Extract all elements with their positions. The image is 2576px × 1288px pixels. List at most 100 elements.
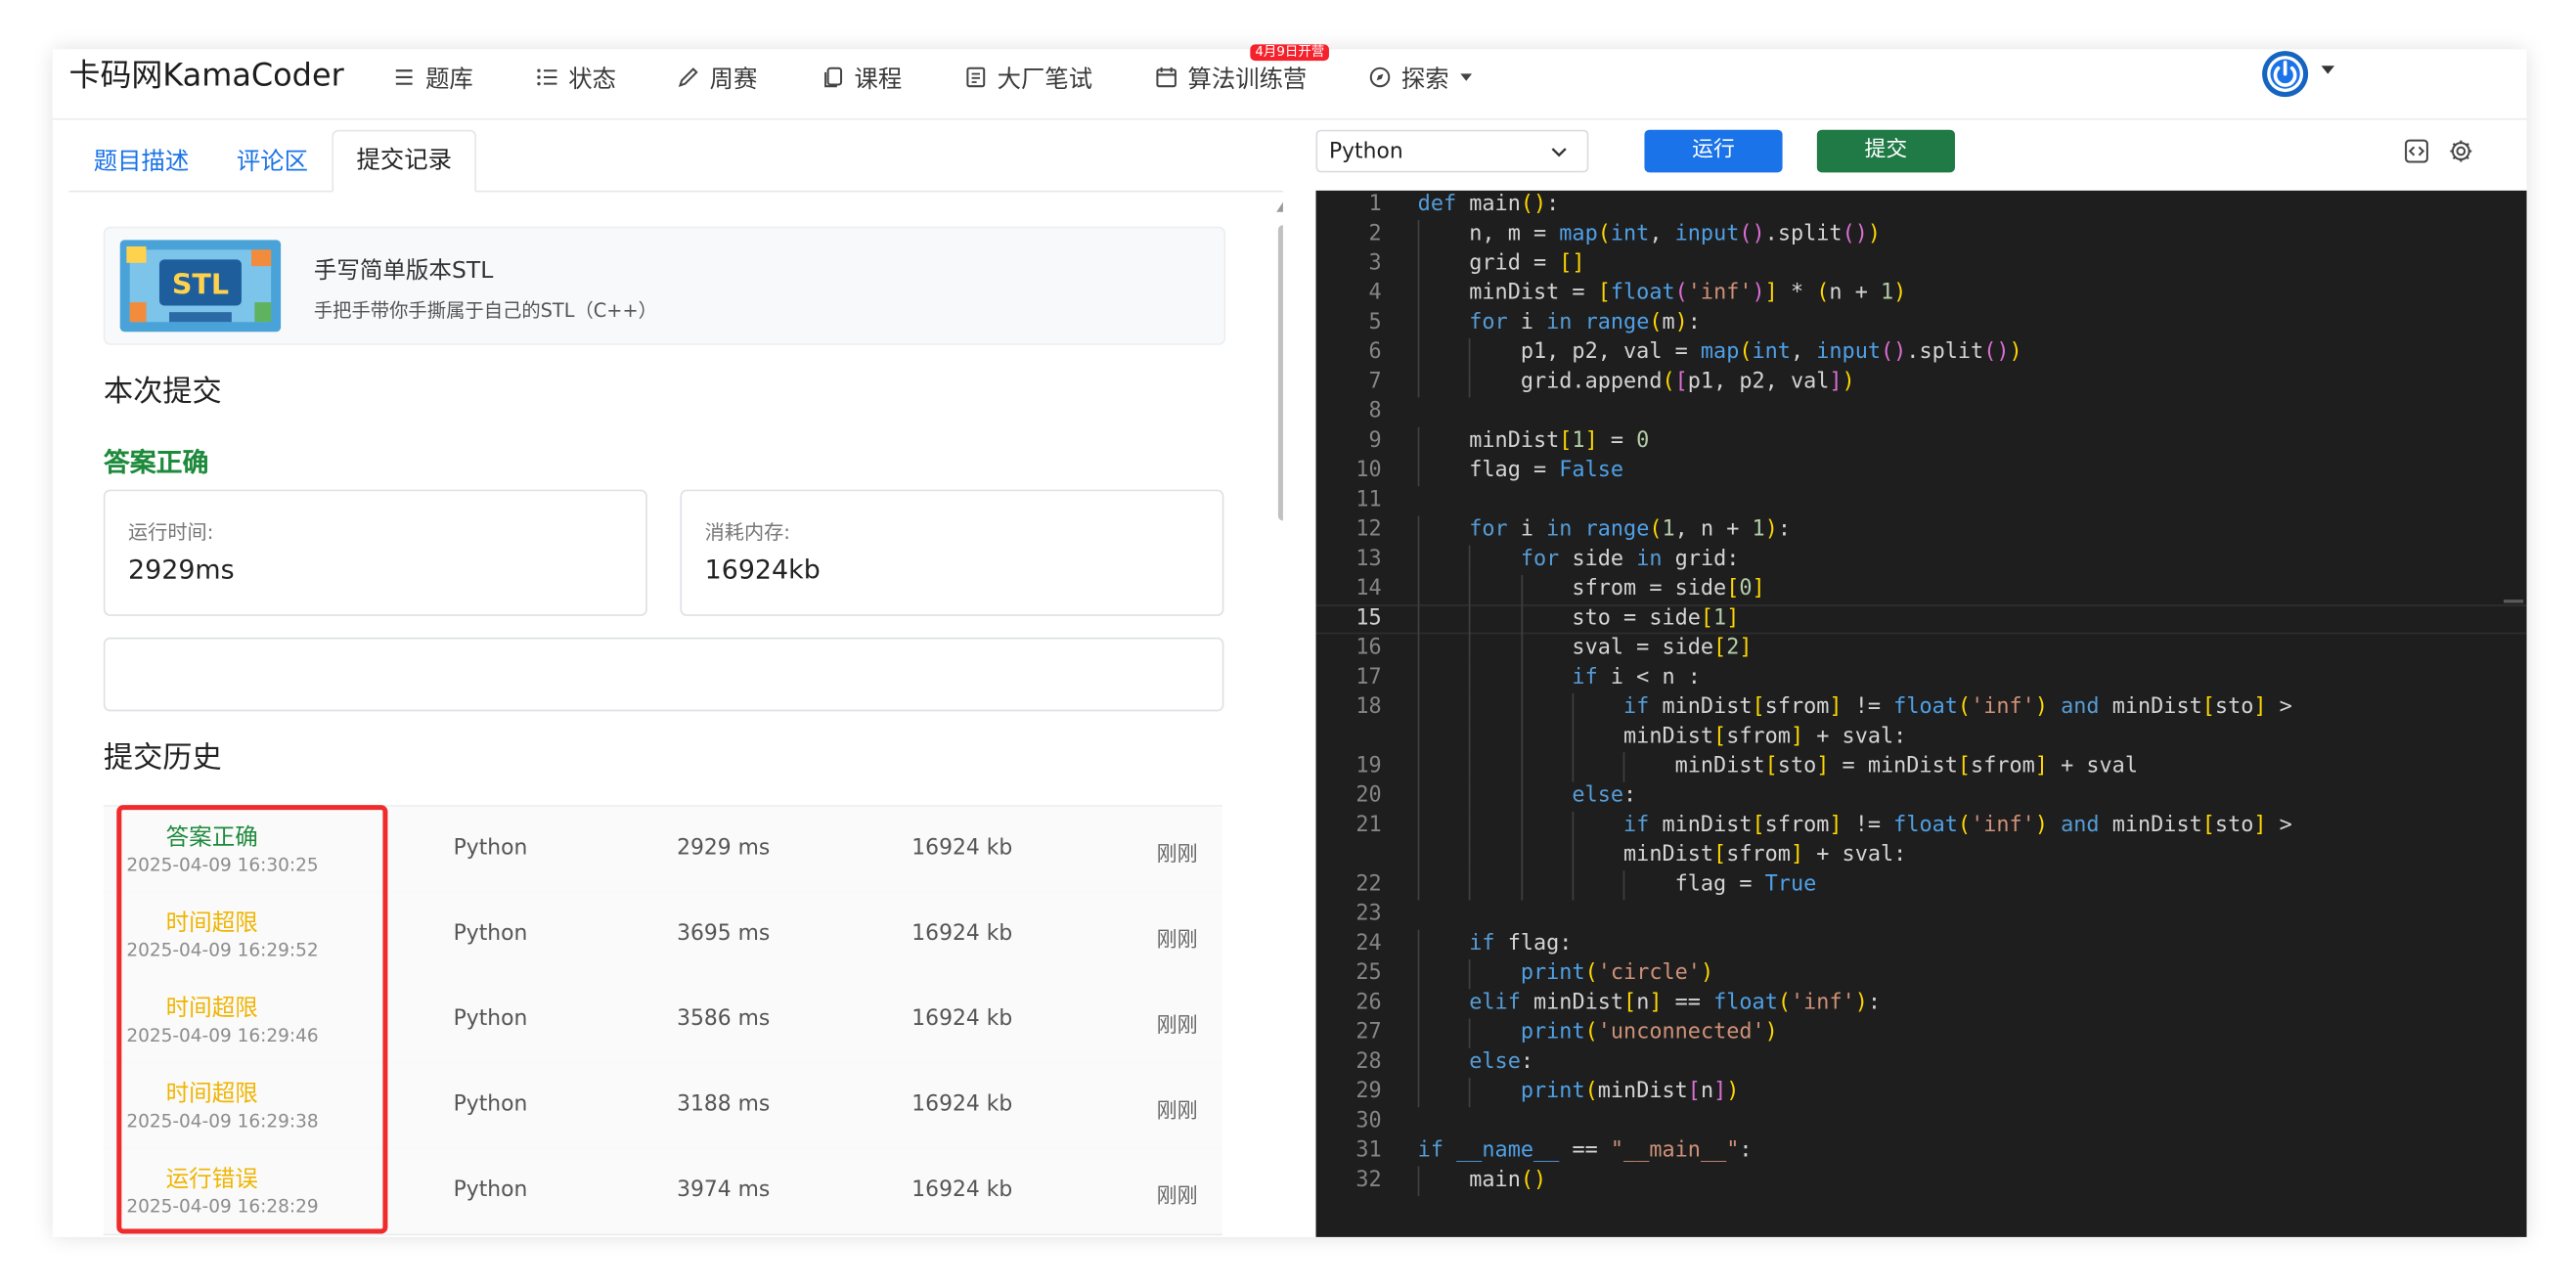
code-line[interactable]: 26 elif minDist[n] == float('inf'):	[1316, 989, 2527, 1019]
left-pane-scrollbar[interactable]	[1275, 201, 1283, 1237]
code-line[interactable]: 8	[1316, 398, 2527, 427]
code-line[interactable]: 19 minDist[sto] = minDist[sfrom] + sval	[1316, 752, 2527, 782]
code-line[interactable]: 28 else:	[1316, 1047, 2527, 1078]
code-line[interactable]: 21 if minDist[sfrom] != float('inf') and…	[1316, 811, 2527, 842]
history-memory: 16924 kb	[911, 1092, 1013, 1118]
indent-guide	[1417, 368, 1420, 398]
nav-label: 大厂笔试	[997, 67, 1093, 93]
history-status[interactable]: 时间超限	[166, 1076, 258, 1109]
history-status[interactable]: 答案正确	[166, 820, 258, 853]
bullet-list-icon	[537, 68, 557, 86]
line-number: 27	[1355, 1020, 1382, 1045]
code-line[interactable]: 24 if flag:	[1316, 929, 2527, 960]
code-line[interactable]: 32 main()	[1316, 1166, 2527, 1196]
code-line[interactable]: 11	[1316, 486, 2527, 515]
code-line[interactable]: 14 sfrom = side[0]	[1316, 574, 2527, 605]
code-line[interactable]: 25 print('circle')	[1316, 959, 2527, 990]
history-row[interactable]: 时间超限 2025-04-09 16:29:38 Python 3188 ms …	[103, 1062, 1222, 1150]
power-icon[interactable]	[2260, 49, 2309, 98]
scrollbar-thumb[interactable]	[1277, 225, 1283, 521]
indent-guide	[1520, 752, 1523, 782]
nav-item-explore[interactable]: 探索	[1368, 61, 1474, 94]
promo-card[interactable]: STL 手写简单版本STL 手把手带你手撕属于自己的STL（C++）	[103, 226, 1226, 345]
nav-item-weekly-contest[interactable]: 周赛	[677, 61, 757, 94]
code-line[interactable]: 17 if i < n :	[1316, 663, 2527, 693]
submission-history-table: 答案正确 2025-04-09 16:30:25 Python 2929 ms …	[103, 805, 1222, 1237]
history-row[interactable]: 时间超限 2025-04-09 16:29:52 Python 3695 ms …	[103, 892, 1222, 980]
tab-comments[interactable]: 评论区	[237, 143, 308, 177]
brand-logo[interactable]: 卡码网KamaCoder	[69, 58, 344, 94]
history-status[interactable]: 时间超限	[166, 991, 258, 1024]
history-row[interactable]: 运行错误 2025-04-09 16:28:29 Python 3974 ms …	[103, 1148, 1222, 1236]
code-line[interactable]: 7 grid.append([p1, p2, val])	[1316, 368, 2527, 398]
code-line[interactable]: 31 if __name__ == "__main__":	[1316, 1136, 2527, 1166]
problem-tabs: 题目描述 评论区 提交记录	[68, 128, 1283, 193]
history-language: Python	[453, 836, 528, 862]
indent-guide	[1417, 279, 1420, 309]
code-line[interactable]: 29 print(minDist[n])	[1316, 1077, 2527, 1108]
code-line[interactable]: 12 for i in range(1, n + 1):	[1316, 515, 2527, 546]
submit-button[interactable]: 提交	[1816, 129, 1955, 173]
nav-item-written-exams[interactable]: 大厂笔试	[964, 61, 1092, 94]
code-line[interactable]: 9 minDist[1] = 0	[1316, 426, 2527, 457]
code-line[interactable]: 1 def main():	[1316, 191, 2527, 220]
history-relative-time: 刚刚	[1156, 1182, 1198, 1208]
code-line[interactable]: 2 n, m = map(int, input().split())	[1316, 220, 2527, 250]
line-number: 28	[1355, 1049, 1382, 1075]
indent-guide	[1520, 811, 1523, 842]
code-editor[interactable]: 1 def main(): 2 n, m = map(int, input().sp…	[1315, 190, 2527, 1237]
history-runtime: 3188 ms	[677, 1092, 771, 1118]
indent-guide	[1469, 545, 1471, 575]
tab-submissions[interactable]: 提交记录	[332, 129, 477, 193]
code-text: if __name__ == "__main__":	[1417, 1138, 1753, 1164]
promo-title[interactable]: 手写简单版本STL	[314, 253, 494, 287]
indent-guide	[1417, 338, 1420, 369]
language-select[interactable]: Python	[1315, 129, 1589, 173]
line-number: 1	[1368, 192, 1382, 217]
indent-guide	[1469, 574, 1471, 605]
history-row[interactable]: 时间超限 2025-04-09 16:29:46 Python 3586 ms …	[103, 977, 1222, 1065]
code-line[interactable]: 3 grid = []	[1316, 249, 2527, 280]
history-status[interactable]: 运行错误	[166, 1162, 258, 1195]
code-text: for i in range(1, n + 1):	[1469, 517, 1792, 543]
nav-item-problems[interactable]: 题库	[392, 61, 473, 94]
code-line[interactable]: 4 minDist = [float('inf')] * (n + 1)	[1316, 279, 2527, 309]
code-line[interactable]: 30	[1316, 1107, 2527, 1136]
user-menu-caret-icon[interactable]	[2320, 65, 2336, 77]
code-text: def main():	[1417, 192, 1560, 217]
code-line[interactable]: 20 else:	[1316, 781, 2527, 812]
code-line[interactable]: 5 for i in range(m):	[1316, 308, 2527, 339]
code-line[interactable]: 16 sval = side[2]	[1316, 634, 2527, 664]
nav-item-status[interactable]: 状态	[536, 61, 616, 94]
history-language: Python	[453, 921, 528, 947]
gear-icon[interactable]	[2448, 138, 2474, 164]
code-icon[interactable]	[2404, 138, 2430, 164]
run-button[interactable]: 运行	[1644, 129, 1783, 173]
indent-guide	[1417, 723, 1420, 753]
compass-icon	[1369, 67, 1391, 88]
history-status[interactable]: 时间超限	[166, 906, 258, 939]
history-row[interactable]: 答案正确 2025-04-09 16:30:25 Python 2929 ms …	[103, 806, 1222, 894]
code-line[interactable]: 15 sto = side[1]	[1316, 604, 2527, 635]
code-line[interactable]: 23	[1316, 901, 2527, 930]
code-line[interactable]: 18 if minDist[sfrom] != float('inf') and…	[1316, 692, 2527, 724]
code-line[interactable]: minDist[sfrom] + sval:	[1316, 841, 2527, 871]
code-line[interactable]: 27 print('unconnected')	[1316, 1018, 2527, 1048]
line-number: 32	[1355, 1168, 1382, 1193]
line-number: 22	[1355, 871, 1382, 898]
indent-guide	[1417, 634, 1420, 664]
history-runtime: 3586 ms	[677, 1006, 771, 1032]
code-line[interactable]: 22 flag = True	[1316, 870, 2527, 901]
code-line[interactable]: 13 for side in grid:	[1316, 545, 2527, 575]
nav-item-courses[interactable]: 课程	[822, 61, 902, 94]
tab-description[interactable]: 题目描述	[94, 143, 189, 177]
code-line[interactable]: 6 p1, p2, val = map(int, input().split()…	[1316, 338, 2527, 369]
app-window: 卡码网KamaCoder 题库 状态 周赛 课程 大厂笔试 算法训练营 4月9日…	[52, 44, 2527, 1237]
code-line[interactable]: 10 flag = False	[1316, 456, 2527, 487]
scroll-up-arrow-icon[interactable]	[1276, 201, 1283, 212]
nav-item-training-camp[interactable]: 算法训练营	[1155, 61, 1307, 94]
indent-guide	[1520, 574, 1523, 605]
line-number: 31	[1355, 1138, 1382, 1164]
indent-guide	[1469, 1077, 1471, 1108]
code-line[interactable]: minDist[sfrom] + sval:	[1316, 723, 2527, 753]
